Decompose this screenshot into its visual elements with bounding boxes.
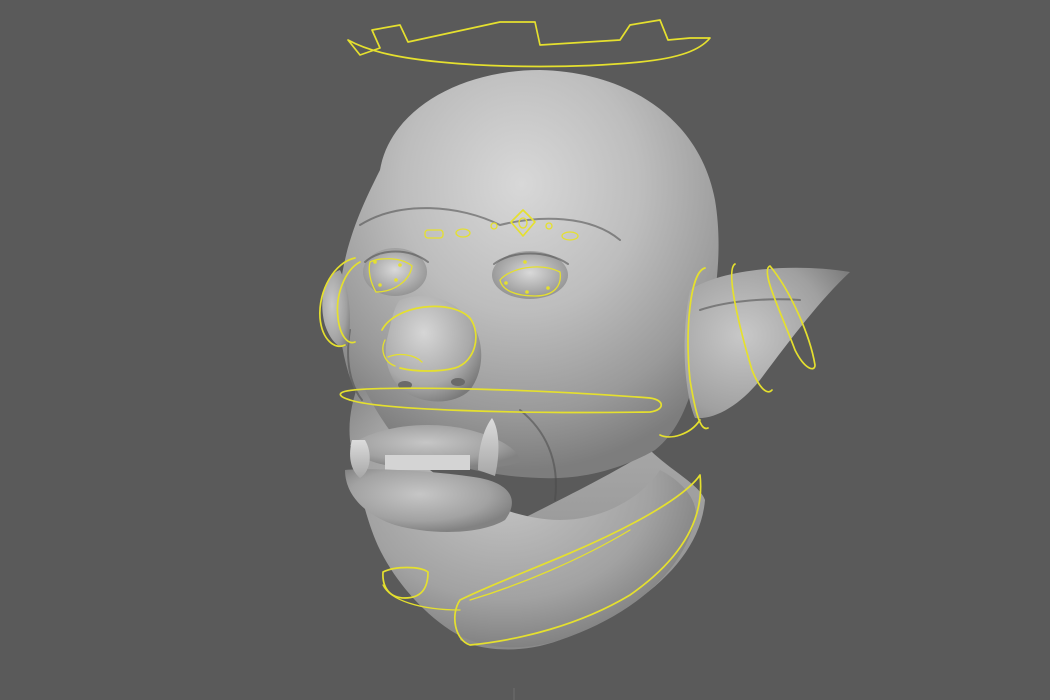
- eye-pin-left-3[interactable]: [378, 283, 382, 287]
- eye-pin-right-3[interactable]: [525, 290, 529, 294]
- nostril-right: [451, 378, 465, 386]
- teeth: [385, 455, 470, 470]
- eye-pin-right-4[interactable]: [546, 286, 550, 290]
- eye-pin-right-1[interactable]: [523, 260, 527, 264]
- eye-pin-right-2[interactable]: [504, 281, 508, 285]
- eye-pin-left-4[interactable]: [394, 278, 398, 282]
- eye-pin-left-2[interactable]: [398, 263, 402, 267]
- viewport-canvas: [0, 0, 1050, 700]
- eye-pin-left-1[interactable]: [373, 260, 377, 264]
- 3d-viewport[interactable]: [0, 0, 1050, 700]
